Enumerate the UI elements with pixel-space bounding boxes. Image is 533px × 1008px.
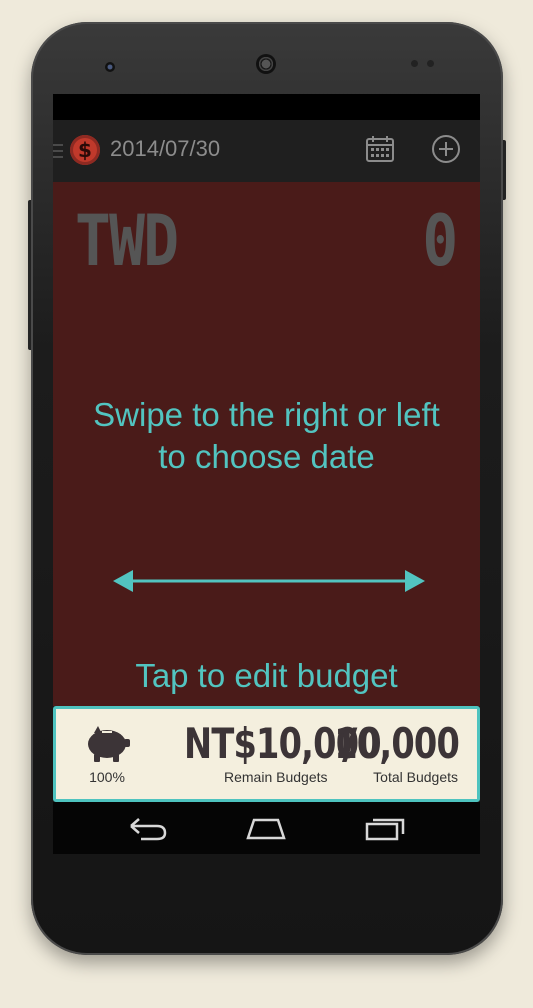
swipe-hint-line2: to choose date [158,438,375,475]
currency-label: TWD [75,200,179,282]
screen: $ 2014/07/30 TWD 0 Swipe to the right or… [53,94,480,854]
swipe-hint-line1: Swipe to the right or left [93,396,440,433]
calendar-icon[interactable] [365,134,395,164]
total-budget-value: 10,000 [334,719,460,768]
swipe-hint: Swipe to the right or left to choose dat… [53,394,480,478]
navigation-bar [53,802,480,854]
action-bar: $ 2014/07/30 [53,120,480,182]
add-circle-icon[interactable] [430,133,462,165]
proximity-sensor [411,60,418,67]
double-arrow-icon [113,570,425,592]
daily-amount: 0 [422,200,458,282]
current-date[interactable]: 2014/07/30 [110,136,220,162]
remain-budget-label: Remain Budgets [224,769,328,785]
piggy-bank-icon [88,726,130,762]
home-icon[interactable] [244,814,288,842]
budget-percent: 100% [89,769,125,785]
budget-bar[interactable]: 100% NT$10,000 / 10,000 Remain Budgets T… [53,706,480,802]
total-budget-label: Total Budgets [373,769,458,785]
earpiece-speaker [256,54,276,74]
expense-panel[interactable]: TWD 0 Swipe to the right or left to choo… [53,182,480,706]
back-icon[interactable] [125,814,169,842]
app-logo-icon[interactable]: $ [70,135,100,165]
tap-hint: Tap to edit budget [135,657,398,694]
status-bar [53,94,480,120]
menu-icon[interactable] [53,144,63,158]
recents-icon[interactable] [363,814,407,842]
light-sensor [427,60,434,67]
front-camera [105,62,115,72]
